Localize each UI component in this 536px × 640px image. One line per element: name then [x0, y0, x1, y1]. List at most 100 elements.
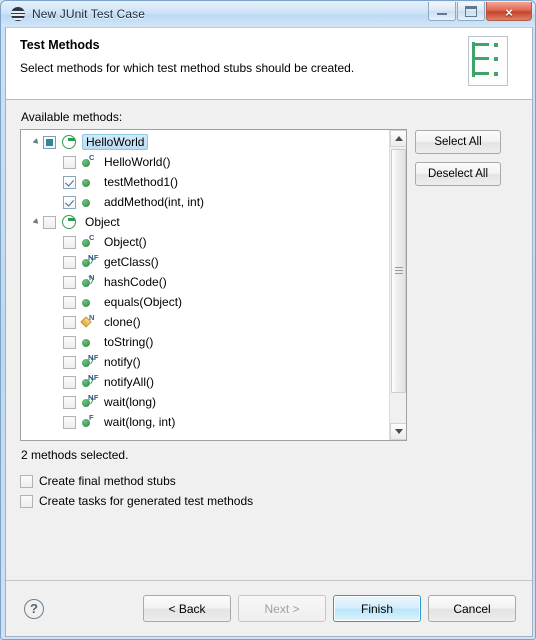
tree-item-label: testMethod1() — [104, 174, 179, 189]
protected-method-icon: N — [80, 313, 98, 330]
java-class-icon — [61, 134, 79, 150]
tree-row[interactable]: NhashCode() — [21, 272, 389, 292]
tree-item-label: clone() — [104, 314, 141, 329]
modifier-superscript: NF — [88, 393, 99, 402]
create-tasks-option[interactable]: Create tasks for generated test methods — [20, 494, 518, 508]
public-method-icon — [81, 174, 98, 190]
modifier-superscript: NF — [88, 353, 99, 362]
tree-row[interactable]: C HelloWorld() — [21, 152, 389, 172]
tree-checkbox[interactable] — [63, 275, 76, 289]
tree-row[interactable]: Object — [21, 212, 389, 232]
tree-row[interactable]: NF notify() — [21, 352, 389, 372]
tree-row[interactable]: NF wait(long) — [21, 392, 389, 412]
dialog-client: Test Methods Select methods for which te… — [5, 27, 533, 637]
wizard-banner: Test Methods Select methods for which te… — [6, 28, 532, 100]
window-title: New JUnit Test Case — [32, 7, 146, 21]
tree-checkbox[interactable] — [63, 295, 76, 309]
modifier-superscript: F — [89, 413, 95, 422]
selection-status: 2 methods selected. — [21, 448, 129, 462]
minimize-button[interactable] — [428, 2, 456, 21]
methods-tree[interactable]: HelloWorld C HelloWorld() testMethod1() addM… — [20, 129, 407, 441]
page-description: Select methods for which test method stu… — [20, 61, 355, 75]
tree-row[interactable]: toString() — [21, 332, 389, 352]
create-final-method-stubs-option[interactable]: Create final method stubs — [20, 474, 518, 488]
modifier-superscript: N — [89, 273, 95, 282]
caption-buttons: × — [427, 2, 532, 21]
dialog-body: Available methods: HelloWorld C HelloWorld… — [6, 100, 532, 580]
tree-row[interactable]: Nclone() — [21, 312, 389, 332]
public-method-icon: NF — [81, 373, 99, 390]
close-icon: × — [505, 4, 513, 20]
tree-checkbox[interactable] — [63, 335, 76, 349]
public-method-icon: C — [81, 233, 98, 250]
tree-item-label: wait(long) — [104, 394, 157, 409]
public-method-icon: F — [81, 413, 98, 430]
create-tasks-label: Create tasks for generated test methods — [39, 494, 254, 508]
tree-checkbox[interactable] — [43, 135, 56, 149]
tree-row[interactable]: addMethod(int, int) — [21, 192, 389, 212]
tree-checkbox[interactable] — [63, 375, 76, 389]
junit-icon — [10, 6, 26, 22]
tree-scrollbar[interactable] — [389, 130, 406, 440]
maximize-button[interactable] — [457, 2, 485, 21]
tree-checkbox[interactable] — [63, 395, 76, 409]
public-method-icon: NF — [81, 353, 99, 370]
tree-row[interactable]: testMethod1() — [21, 172, 389, 192]
junit-wizard-icon — [462, 34, 518, 92]
create-final-method-stubs-checkbox[interactable] — [20, 474, 33, 488]
tree-checkbox[interactable] — [63, 155, 76, 169]
create-final-method-stubs-label: Create final method stubs — [39, 474, 176, 488]
modifier-superscript: C — [89, 153, 95, 162]
tree-item-label: Object() — [104, 234, 147, 249]
modifier-superscript: NF — [88, 373, 99, 382]
create-tasks-checkbox[interactable] — [20, 494, 33, 508]
tree-row[interactable]: NF notifyAll() — [21, 372, 389, 392]
dialog-footer: ? < Back Next > Finish Cancel — [6, 580, 532, 636]
scrollbar-thumb[interactable] — [391, 149, 406, 393]
tree-checkbox[interactable] — [63, 235, 76, 249]
tree-item-label: HelloWorld — [82, 134, 149, 150]
tree-checkbox[interactable] — [63, 175, 76, 189]
public-method-icon: NF — [81, 393, 99, 410]
select-all-button[interactable]: Select All — [415, 130, 501, 154]
tree-item-label: wait(long, int) — [104, 414, 176, 429]
cancel-button[interactable]: Cancel — [428, 595, 516, 622]
tree-item-label: Object — [85, 214, 120, 229]
public-method-icon — [81, 194, 98, 210]
tree-checkbox[interactable] — [63, 195, 76, 209]
back-button[interactable]: < Back — [143, 595, 231, 622]
tree-side-buttons: Select All Deselect All — [415, 129, 501, 194]
public-method-icon: NF — [81, 253, 99, 270]
tree-checkbox[interactable] — [63, 255, 76, 269]
expand-arrow-icon[interactable] — [29, 218, 43, 226]
scroll-up-button[interactable] — [390, 130, 406, 147]
tree-checkbox[interactable] — [63, 315, 76, 329]
tree-row[interactable]: HelloWorld — [21, 132, 389, 152]
next-button: Next > — [238, 595, 326, 622]
tree-row[interactable]: NF getClass() — [21, 252, 389, 272]
modifier-superscript: C — [89, 233, 95, 242]
public-method-icon — [81, 294, 98, 310]
page-title: Test Methods — [20, 38, 100, 52]
tree-checkbox[interactable] — [63, 355, 76, 369]
finish-button[interactable]: Finish — [333, 595, 421, 622]
tree-item-label: notifyAll() — [104, 374, 155, 389]
tree-checkbox[interactable] — [63, 415, 76, 429]
tree-item-label: notify() — [104, 354, 141, 369]
tree-item-label: addMethod(int, int) — [104, 194, 205, 209]
tree-item-label: getClass() — [104, 254, 159, 269]
scroll-down-button[interactable] — [390, 423, 406, 440]
help-icon[interactable]: ? — [24, 598, 44, 619]
expand-arrow-icon[interactable] — [29, 138, 43, 146]
tree-row[interactable]: C Object() — [21, 232, 389, 252]
modifier-superscript: N — [89, 313, 95, 322]
deselect-all-button[interactable]: Deselect All — [415, 162, 501, 186]
tree-item-label: HelloWorld() — [104, 154, 171, 169]
tree-row[interactable]: equals(Object) — [21, 292, 389, 312]
public-method-icon — [81, 334, 98, 350]
close-button[interactable]: × — [486, 2, 532, 21]
tree-row[interactable]: Fwait(long, int) — [21, 412, 389, 432]
tree-item-label: hashCode() — [104, 274, 167, 289]
tree-checkbox[interactable] — [43, 215, 56, 229]
tree-item-label: toString() — [104, 334, 154, 349]
